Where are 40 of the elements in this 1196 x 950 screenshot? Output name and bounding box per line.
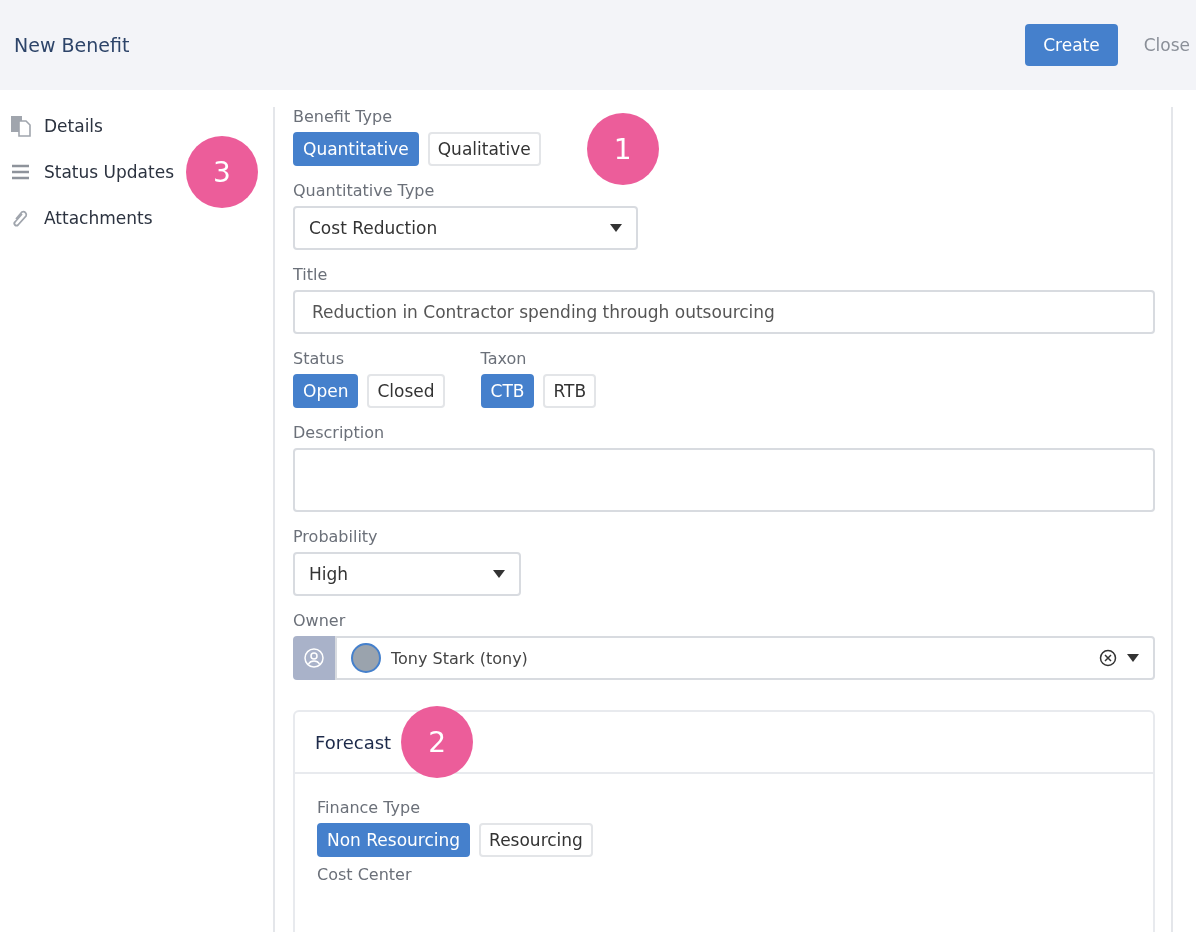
callout-marker: 1 <box>586 113 659 185</box>
callout-marker: 3 <box>186 136 258 208</box>
caret-icon <box>610 224 622 232</box>
sidebar-item[interactable]: Attachments <box>44 208 153 228</box>
toggle-option[interactable]: Open <box>293 374 359 408</box>
page-title: New Benefit <box>14 34 131 56</box>
pages-icon <box>10 115 32 137</box>
sidebar-item[interactable]: Status Updates <box>44 162 174 182</box>
type-dropdown[interactable]: Cost Reduction <box>293 206 638 250</box>
field-label: Cost Center <box>317 865 413 884</box>
toggle-option[interactable]: RTB <box>543 374 597 408</box>
field-label: Taxon <box>480 349 528 368</box>
field-label: Benefit Type <box>293 107 393 126</box>
callout-marker: 2 <box>401 706 474 778</box>
field-label: Owner <box>293 611 347 630</box>
field-label: Description <box>293 423 386 442</box>
user-picker-button[interactable] <box>293 636 335 680</box>
user-icon <box>303 647 325 669</box>
field-label: Finance Type <box>317 798 422 817</box>
avatar-icon <box>351 643 381 673</box>
field-label: Title <box>293 265 329 284</box>
field-label: Status <box>293 349 345 368</box>
toggle-option[interactable]: Closed <box>367 374 445 408</box>
owner-select[interactable]: Tony Stark (tony) <box>335 636 1155 680</box>
field-label: Probability <box>293 527 379 546</box>
toggle-option[interactable]: Qualitative <box>427 132 541 166</box>
sidebar-item[interactable]: Details <box>44 116 103 136</box>
description-input[interactable] <box>293 448 1155 512</box>
toggle-option[interactable]: CTB <box>480 374 535 408</box>
create-button[interactable]: Create <box>1025 24 1118 66</box>
probability-dropdown[interactable]: High <box>293 552 521 596</box>
toggle-option[interactable]: Non Resourcing <box>317 823 471 857</box>
toggle-option[interactable]: Quantitative <box>293 132 419 166</box>
caret-icon <box>1127 654 1139 662</box>
caret-icon <box>493 570 505 578</box>
clear-icon[interactable] <box>1099 649 1117 667</box>
toggle-option[interactable]: Resourcing <box>479 823 593 857</box>
title-input[interactable]: Reduction in Contractor spending through outsourcing <box>293 290 1155 334</box>
panel-title: Forecast <box>315 731 392 753</box>
field-label: Quantitative Type <box>293 181 436 200</box>
